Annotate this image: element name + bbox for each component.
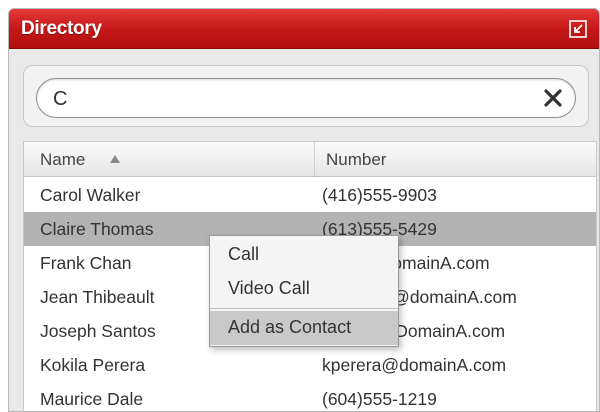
- close-icon[interactable]: [541, 86, 565, 110]
- menu-separator: [210, 308, 398, 309]
- table-row[interactable]: Maurice Dale (604)555-1219: [24, 382, 596, 411]
- row-name: Maurice Dale: [40, 389, 144, 409]
- window-title: Directory: [21, 18, 102, 39]
- row-number: (416)555-9903: [322, 185, 437, 205]
- search-input[interactable]: [53, 87, 523, 111]
- row-name: Claire Thomas: [40, 219, 154, 239]
- row-number: kperera@domainA.com: [322, 355, 507, 375]
- row-name: Frank Chan: [40, 253, 132, 273]
- context-menu: Call Video Call Add as Contact: [209, 235, 399, 347]
- row-name: Jean Thibeault: [40, 287, 155, 307]
- column-header-number[interactable]: Number: [326, 150, 386, 170]
- menu-item-label: Video Call: [228, 278, 310, 298]
- sort-ascending-icon: [110, 155, 120, 163]
- menu-item-add-as-contact[interactable]: Add as Contact: [210, 311, 398, 345]
- row-name: Kokila Perera: [40, 355, 146, 375]
- search-box[interactable]: [36, 78, 576, 118]
- table-header: Name Number: [24, 141, 596, 178]
- search-panel: [23, 65, 589, 127]
- column-divider[interactable]: [314, 142, 315, 178]
- row-number: (604)555-1219: [322, 389, 437, 409]
- directory-window: Directory Name Number Carol Walker (416)…: [8, 8, 600, 412]
- column-header-name[interactable]: Name: [40, 150, 85, 170]
- menu-item-label: Call: [228, 244, 260, 264]
- menu-item-call[interactable]: Call: [210, 238, 398, 272]
- popout-arrow-icon[interactable]: [569, 20, 587, 38]
- table-row[interactable]: Carol Walker (416)555-9903: [24, 178, 596, 212]
- menu-item-video-call[interactable]: Video Call: [210, 272, 398, 306]
- title-bar: Directory: [9, 9, 599, 49]
- menu-item-label: Add as Contact: [228, 317, 352, 337]
- row-name: Joseph Santos: [40, 321, 156, 341]
- row-name: Carol Walker: [40, 185, 141, 205]
- table-row[interactable]: Kokila Perera kperera@domainA.com: [24, 348, 596, 382]
